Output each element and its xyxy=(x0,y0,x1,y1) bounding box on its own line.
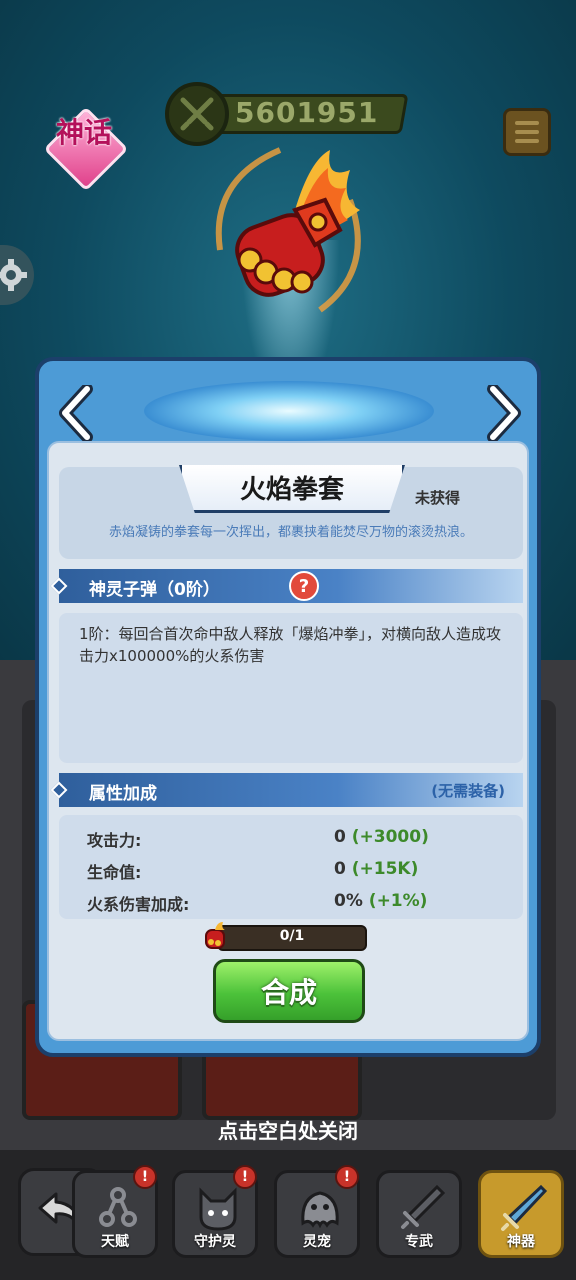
nav-pet[interactable]: ! 灵宠 xyxy=(274,1165,360,1258)
glowing-pedestal xyxy=(144,381,434,441)
alert-badge: ! xyxy=(335,1165,359,1189)
nav-label: 天赋 xyxy=(101,1234,129,1250)
chevron-right-icon xyxy=(487,385,521,441)
attribute-value: 0 (+15K) xyxy=(334,859,419,879)
gear-icon xyxy=(0,259,27,291)
nav-artifact[interactable]: 神器 xyxy=(478,1170,564,1258)
alert-badge: ! xyxy=(233,1165,257,1189)
alert-badge: ! xyxy=(133,1165,157,1189)
attribute-label: 攻击力: xyxy=(87,831,142,850)
menu-icon xyxy=(515,121,539,125)
combat-power-value: 5601951 xyxy=(235,96,379,129)
pet-blob-icon xyxy=(301,1191,339,1229)
rarity-badge-label: 神话 xyxy=(56,116,113,149)
chevron-left-icon xyxy=(59,385,93,441)
attribute-bonus: (+1%) xyxy=(368,891,428,911)
attribute-bonus: (+15K) xyxy=(351,859,419,879)
fire-glove-icon xyxy=(200,140,380,320)
attribute-value: 0% (+1%) xyxy=(334,891,428,911)
no-equip-note: (无需装备) xyxy=(431,782,505,800)
nav-label: 灵宠 xyxy=(303,1234,331,1250)
artifact-description: 赤焰凝铸的拳套每一次挥出，都裹挟着能焚尽万物的滚烫热浪。 xyxy=(108,525,473,540)
nav-label: 守护灵 xyxy=(194,1234,236,1250)
artifact-status: 未获得 xyxy=(415,489,461,507)
nav-label: 专武 xyxy=(405,1234,433,1250)
guardian-cat-icon xyxy=(199,1187,237,1231)
skill-title: 神灵子弹（0阶） xyxy=(89,580,220,600)
talent-tree-icon xyxy=(99,1187,137,1227)
sword-icon xyxy=(401,1184,446,1229)
glove-fragment-icon xyxy=(201,920,229,952)
nav-guardian[interactable]: ! 守护灵 xyxy=(172,1165,258,1258)
combat-power-display: 5601951 xyxy=(165,82,409,146)
crossed-swords-icon xyxy=(165,82,229,146)
attribute-label: 火系伤害加成: xyxy=(87,895,190,914)
attribute-bonus: (+3000) xyxy=(351,827,429,847)
attributes-title: 属性加成 xyxy=(89,784,157,804)
attributes-section-header: 属性加成 (无需装备) xyxy=(50,773,523,807)
artifact-name: 火焰拳套 xyxy=(239,475,344,505)
attribute-value: 0 (+3000) xyxy=(334,827,429,847)
artifact-detail-panel: 火焰拳套 未获得 赤焰凝铸的拳套每一次挥出，都裹挟着能焚尽万物的滚烫热浪。 神灵… xyxy=(35,357,541,1057)
skill-description: 1阶：每回合首次命中敌人释放「爆焰冲拳」，对横向敌人造成攻击力x100000%的… xyxy=(79,625,502,665)
help-button[interactable]: ? xyxy=(289,571,319,601)
nav-talent[interactable]: ! 天赋 xyxy=(72,1165,158,1258)
nav-label: 神器 xyxy=(507,1234,535,1250)
rarity-badge: 神话 xyxy=(42,105,130,193)
menu-button[interactable] xyxy=(503,108,551,156)
progress-text: 0/1 xyxy=(279,928,305,944)
previous-artifact-button[interactable] xyxy=(55,383,99,443)
nav-exclusive-weapon[interactable]: 专武 xyxy=(376,1170,462,1258)
fragment-progress-bar: 0/1 xyxy=(217,925,367,951)
close-hint: 点击空白处关闭 xyxy=(218,1119,358,1143)
artifact-blade-icon xyxy=(501,1184,548,1231)
next-artifact-button[interactable] xyxy=(481,383,525,443)
combine-button[interactable]: 合成 xyxy=(213,959,365,1023)
skill-section-header: 神灵子弹（0阶） ? xyxy=(50,569,523,603)
attribute-label: 生命值: xyxy=(87,863,142,882)
game-screen: 5601951 神话 火焰拳套 未获得 赤焰凝铸的拳套每一次挥出，都裹挟着能焚尽… xyxy=(0,0,576,1280)
